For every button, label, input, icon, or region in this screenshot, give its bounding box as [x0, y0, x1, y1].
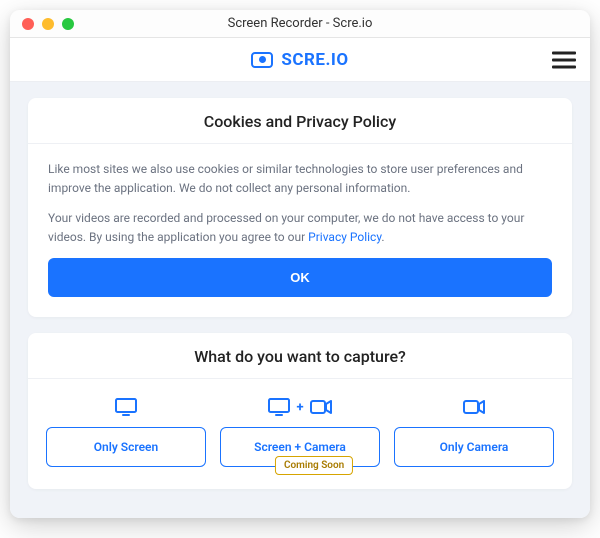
policy-body: Like most sites we also use cookies or s… [28, 144, 572, 317]
minimize-icon[interactable] [42, 18, 54, 30]
brand-text: SCRE.IO [281, 50, 348, 70]
capture-card: What do you want to capture? Only Screen… [28, 333, 572, 489]
fullscreen-icon[interactable] [62, 18, 74, 30]
capture-title: What do you want to capture? [28, 333, 572, 379]
window-title: Screen Recorder - Scre.io [10, 16, 590, 31]
top-nav: SCRE.IO [10, 38, 590, 82]
record-logo-icon [251, 52, 273, 68]
capture-options: Only Screen + Screen + Camera Coming Soo… [28, 379, 572, 489]
capture-option-screen-camera: + Screen + Camera Coming Soon [220, 397, 380, 467]
policy-text-2: Your videos are recorded and processed o… [48, 211, 524, 244]
window-controls [22, 18, 74, 30]
screen-plus-camera-icon: + [268, 397, 331, 417]
titlebar: Screen Recorder - Scre.io [10, 10, 590, 38]
coming-soon-badge: Coming Soon [275, 456, 353, 475]
only-camera-button[interactable]: Only Camera [394, 427, 554, 467]
screen-icon [115, 397, 137, 417]
policy-paragraph-2: Your videos are recorded and processed o… [48, 209, 552, 246]
only-screen-button[interactable]: Only Screen [46, 427, 206, 467]
app-body: SCRE.IO Cookies and Privacy Policy Like … [10, 38, 590, 518]
privacy-policy-link[interactable]: Privacy Policy [308, 230, 381, 244]
content-area: Cookies and Privacy Policy Like most sit… [10, 82, 590, 518]
policy-paragraph-1: Like most sites we also use cookies or s… [48, 160, 552, 197]
capture-option-camera: Only Camera [394, 397, 554, 467]
brand-logo[interactable]: SCRE.IO [251, 50, 348, 70]
plus-icon: + [296, 400, 303, 415]
camera-icon [463, 397, 485, 417]
policy-title: Cookies and Privacy Policy [28, 98, 572, 144]
close-icon[interactable] [22, 18, 34, 30]
app-window: Screen Recorder - Scre.io SCRE.IO Cookie… [10, 10, 590, 518]
policy-card: Cookies and Privacy Policy Like most sit… [28, 98, 572, 317]
ok-button[interactable]: OK [48, 258, 552, 297]
capture-option-screen: Only Screen [46, 397, 206, 467]
menu-icon[interactable] [552, 47, 576, 72]
